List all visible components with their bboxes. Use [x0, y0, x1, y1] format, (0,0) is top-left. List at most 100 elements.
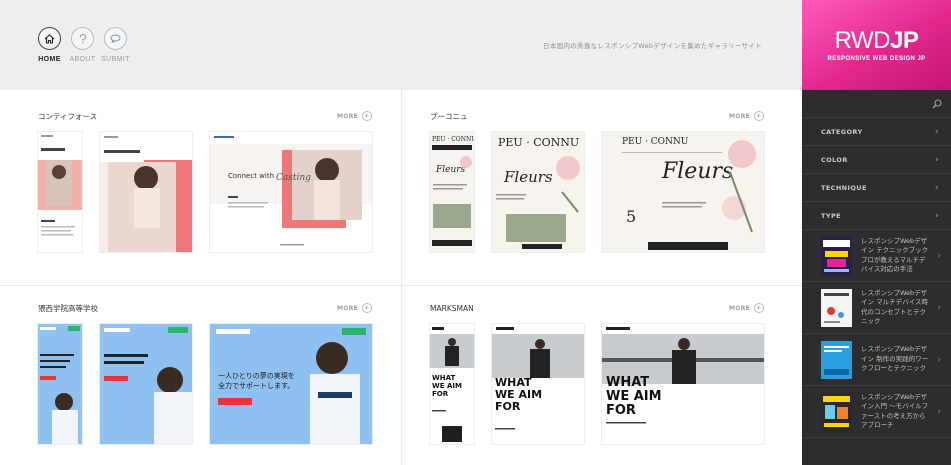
- chevron-right-icon: ›: [937, 354, 941, 365]
- sidebar: CATEGORY › COLOR › TECHNIQUE › TYPE › レス…: [802, 90, 951, 465]
- more-link[interactable]: MORE +: [729, 111, 764, 121]
- site-brand: PEU · CONNU: [622, 137, 689, 147]
- nav-home-label: HOME: [38, 56, 61, 63]
- nav-submit[interactable]: SUBMIT: [101, 27, 130, 63]
- more-label: MORE: [337, 304, 358, 312]
- card-title[interactable]: MARKSMAN: [430, 304, 474, 313]
- site-script-text: Fleurs: [503, 168, 553, 186]
- logo-subtitle: RESPONSIVE WEB DESIGN JP: [827, 55, 926, 62]
- sidebar-item-category[interactable]: CATEGORY ›: [802, 118, 951, 146]
- chevron-right-icon: ›: [934, 210, 939, 221]
- site-headline: WHAT: [606, 375, 649, 390]
- gallery-card[interactable]: コンティフォース MORE +: [38, 109, 372, 123]
- site-script-text: Casting: [276, 173, 311, 183]
- book-title: レスポンシブWebデザイン 制作の実践的ワークフローとテクニック: [861, 345, 929, 373]
- book-cover: [821, 392, 852, 431]
- book-title: レスポンシブWebデザイン テクニックブック プロが教えるマルチデバイス対応の手…: [861, 236, 929, 273]
- desktop-screenshot: WHAT WE AIM FOR: [602, 324, 764, 444]
- chat-bubble-icon: [104, 27, 127, 50]
- plus-icon: +: [754, 111, 764, 121]
- mobile-screenshot: PEU · CONNU Fleurs: [430, 132, 474, 252]
- nav-about-label: ABOUT: [69, 56, 96, 63]
- more-label: MORE: [729, 112, 750, 120]
- site-logo[interactable]: RWDJP RESPONSIVE WEB DESIGN JP: [802, 0, 951, 90]
- plus-icon: +: [754, 303, 764, 313]
- nav-about[interactable]: ABOUT: [69, 27, 96, 63]
- more-link[interactable]: MORE +: [729, 303, 764, 313]
- book-item[interactable]: レスポンシブWebデザイン マルチデバイス時代のコンセプトとテクニック ›: [802, 282, 951, 334]
- card-title[interactable]: コンティフォース: [38, 111, 97, 122]
- chevron-right-icon: ›: [937, 250, 941, 261]
- svg-text:5: 5: [626, 207, 636, 226]
- svg-text:WHAT: WHAT: [432, 374, 455, 382]
- site-header: HOME ABOUT SUBMIT 日本国内の秀逸なレスポンシブWebデザインを…: [0, 0, 802, 90]
- grid-divider: [0, 285, 802, 286]
- desktop-screenshot: PEU · CONNU Fleurs 5: [602, 132, 764, 252]
- svg-text:FOR: FOR: [432, 390, 449, 398]
- card-header: MARKSMAN MORE +: [430, 301, 764, 315]
- card-header: プーコニュ MORE +: [430, 109, 764, 123]
- logo-title-light: RWD: [834, 26, 891, 54]
- site-script-text: Fleurs: [435, 165, 466, 175]
- svg-text:FOR: FOR: [606, 403, 636, 418]
- plus-icon: +: [362, 303, 372, 313]
- card-title[interactable]: プーコニュ: [430, 111, 468, 122]
- chevron-right-icon: ›: [937, 302, 941, 313]
- sidebar-item-label: COLOR: [821, 155, 848, 164]
- nav-submit-label: SUBMIT: [101, 56, 130, 63]
- more-link[interactable]: MORE +: [337, 111, 372, 121]
- gallery-card[interactable]: 猥西学院高等学校 MORE +: [38, 301, 372, 315]
- svg-text:WE AIM: WE AIM: [606, 389, 662, 404]
- book-cover: [821, 288, 852, 327]
- sidebar-item-label: TECHNIQUE: [821, 183, 867, 192]
- book-item[interactable]: レスポンシブWebデザイン テクニックブック プロが教えるマルチデバイス対応の手…: [802, 230, 951, 282]
- sidebar-item-technique[interactable]: TECHNIQUE ›: [802, 174, 951, 202]
- logo-title: RWDJP: [834, 26, 919, 54]
- desktop-screenshot: 一人ひとりの夢の実現を 全力でサポートします。: [210, 324, 372, 444]
- tablet-screenshot: WHAT WE AIM FOR: [492, 324, 584, 444]
- tablet-screenshot: [100, 132, 192, 252]
- sidebar-item-label: CATEGORY: [821, 127, 863, 136]
- mobile-screenshot: [38, 324, 82, 444]
- gallery-card[interactable]: MARKSMAN MORE +: [430, 301, 764, 315]
- chevron-right-icon: ›: [934, 126, 939, 137]
- card-header: コンティフォース MORE +: [38, 109, 372, 123]
- home-icon: [38, 27, 61, 50]
- desktop-screenshot: Connect with Casting: [210, 132, 372, 252]
- card-title[interactable]: 猥西学院高等学校: [38, 303, 98, 314]
- plus-icon: +: [362, 111, 372, 121]
- mobile-screenshot: [38, 132, 82, 252]
- sidebar-item-label: TYPE: [821, 211, 841, 220]
- site-script-text: Fleurs: [661, 159, 733, 184]
- card-header: 猥西学院高等学校 MORE +: [38, 301, 372, 315]
- site-brand: PEU · CONNU: [432, 136, 474, 143]
- site-tagline: 日本国内の秀逸なレスポンシブWebデザインを集めたギャラリーサイト: [543, 42, 762, 50]
- gallery-grid: コンティフォース MORE + Connect with Casting プーコニュ…: [0, 90, 802, 465]
- book-cover: [821, 340, 852, 379]
- book-item[interactable]: レスポンシブWebデザイン入門 ～モバイルファーストの考え方からアプローチ ›: [802, 386, 951, 438]
- book-cover: [821, 236, 852, 275]
- chevron-right-icon: ›: [934, 182, 939, 193]
- search-icon[interactable]: [932, 94, 942, 113]
- tablet-screenshot: PEU · CONNU Fleurs: [492, 132, 584, 252]
- svg-text:FOR: FOR: [495, 400, 521, 413]
- tablet-screenshot: [100, 324, 192, 444]
- nav-home[interactable]: HOME: [38, 27, 61, 63]
- book-item[interactable]: レスポンシブWebデザイン 制作の実践的ワークフローとテクニック ›: [802, 334, 951, 386]
- gallery-card[interactable]: プーコニュ MORE +: [430, 109, 764, 123]
- site-headline: Connect with: [228, 172, 274, 180]
- main-nav: HOME ABOUT SUBMIT: [38, 27, 130, 63]
- grid-divider: [401, 90, 402, 465]
- sidebar-item-type[interactable]: TYPE ›: [802, 202, 951, 230]
- sidebar-search[interactable]: [802, 90, 951, 118]
- more-link[interactable]: MORE +: [337, 303, 372, 313]
- more-label: MORE: [729, 304, 750, 312]
- more-label: MORE: [337, 112, 358, 120]
- svg-text:WE AIM: WE AIM: [432, 382, 462, 390]
- question-icon: [71, 27, 94, 50]
- mobile-screenshot: WHAT WE AIM FOR: [430, 324, 474, 444]
- book-title: レスポンシブWebデザイン マルチデバイス時代のコンセプトとテクニック: [861, 288, 928, 325]
- sidebar-item-color[interactable]: COLOR ›: [802, 146, 951, 174]
- chevron-right-icon: ›: [934, 154, 939, 165]
- svg-text:全力でサポートします。: 全力でサポートします。: [218, 381, 294, 390]
